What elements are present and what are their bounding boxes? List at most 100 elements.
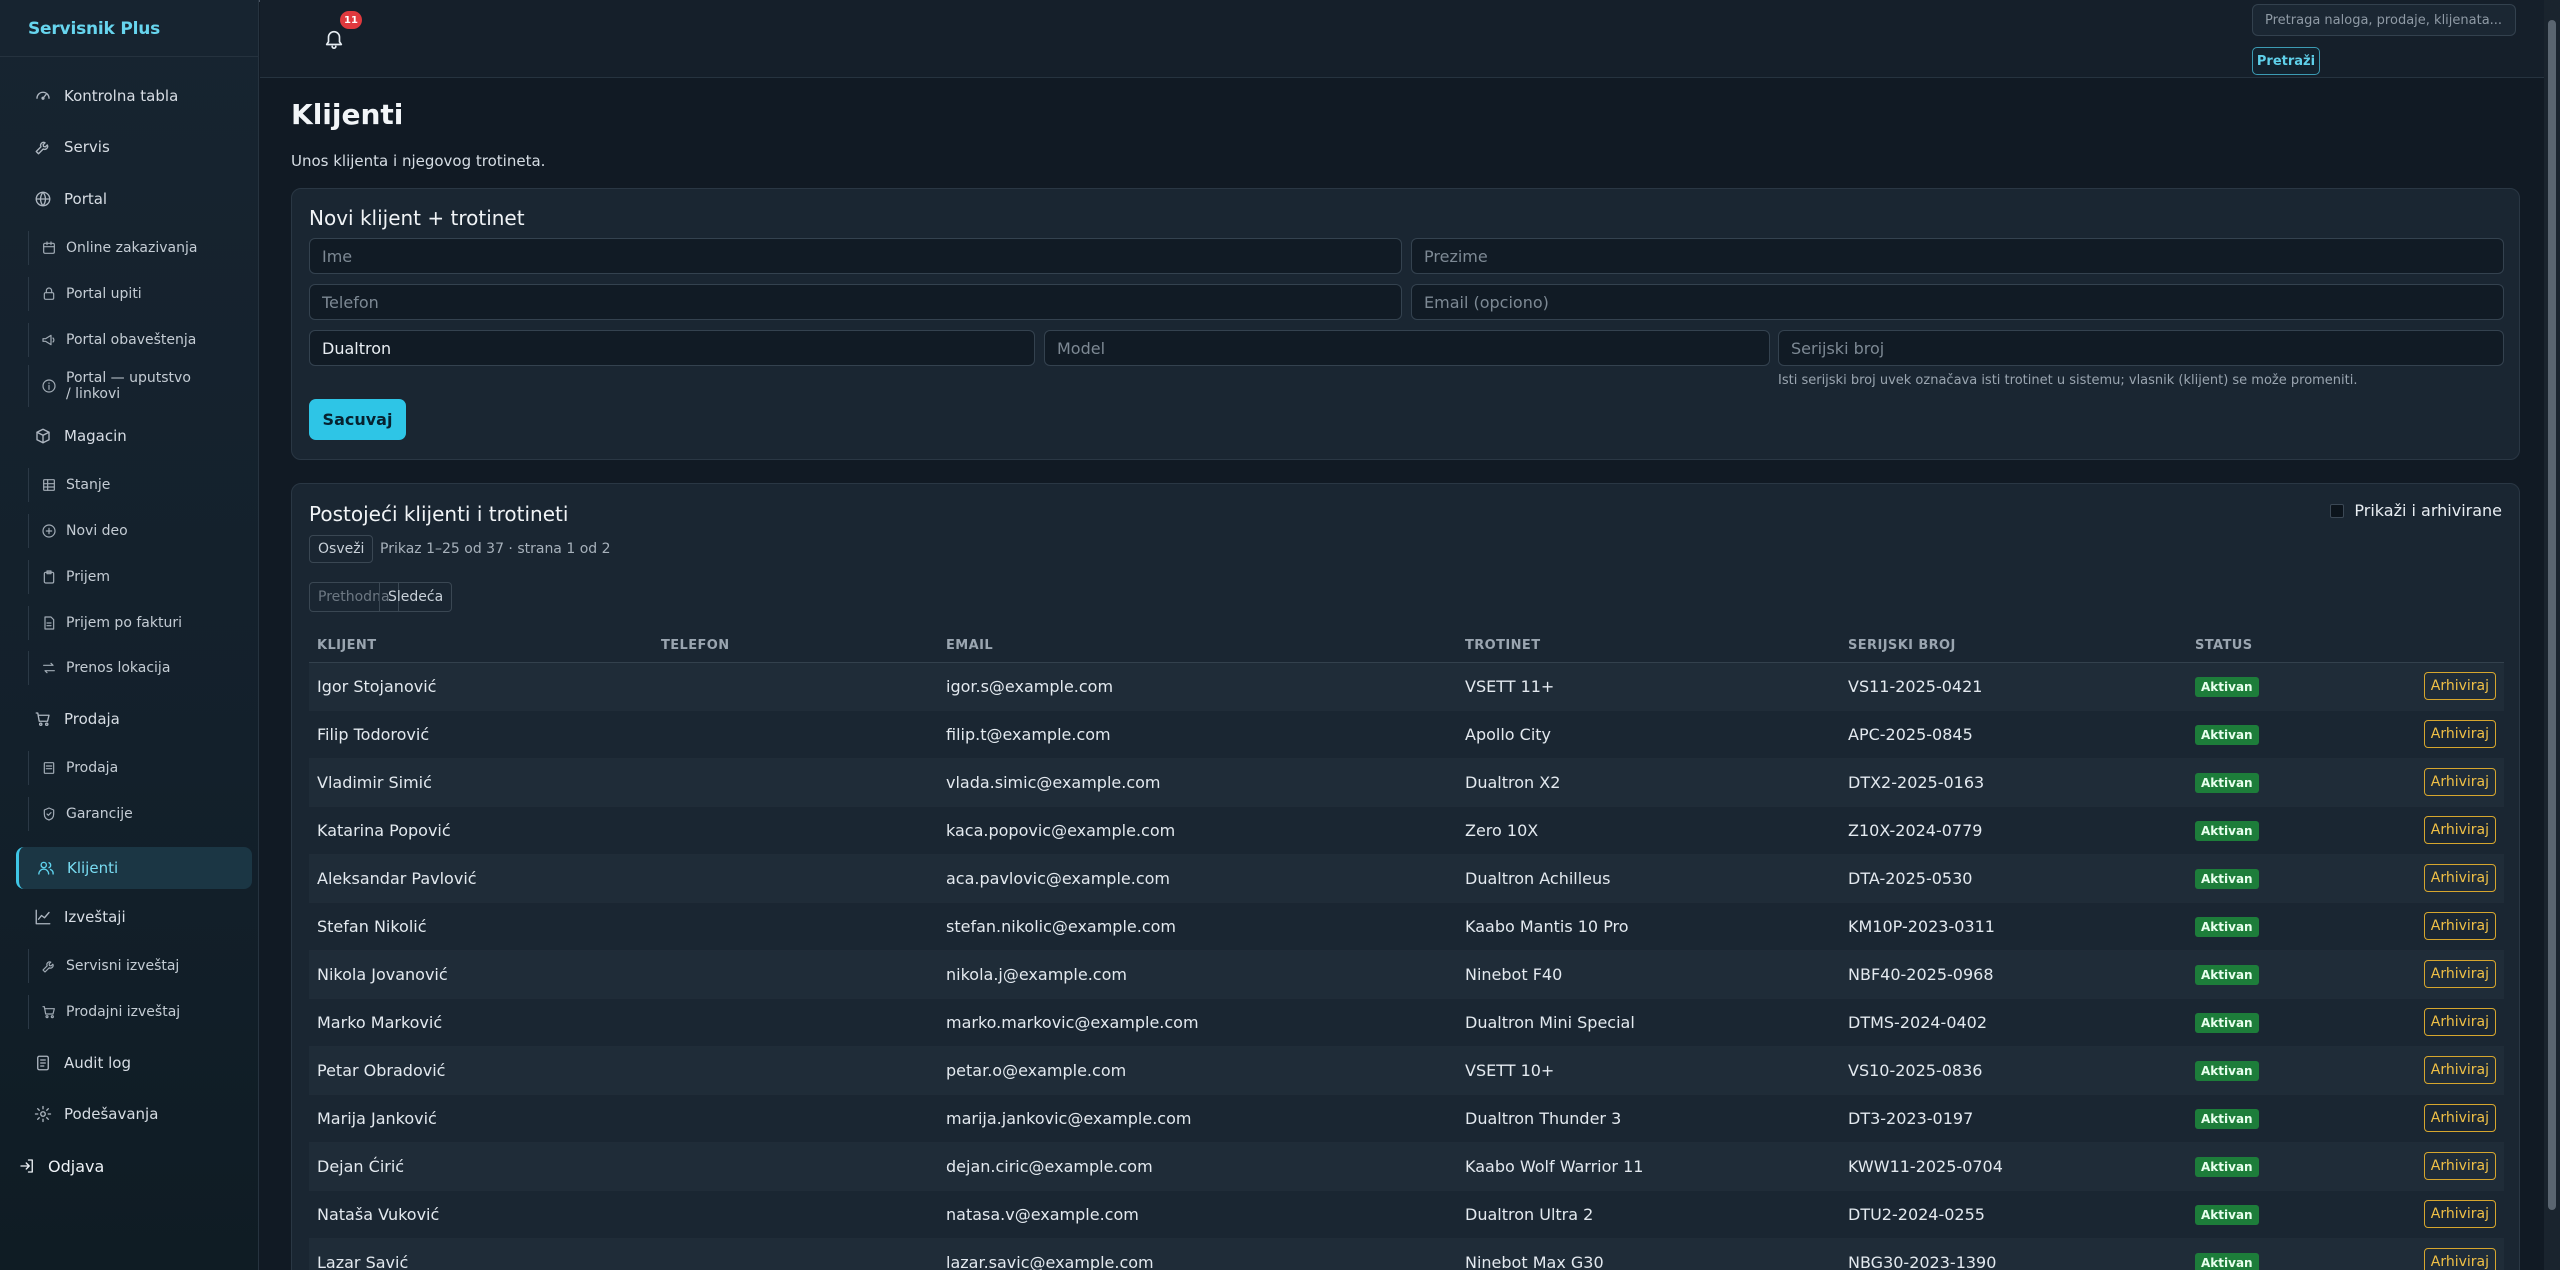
column-header-scooter[interactable]: TROTINET (1457, 630, 1840, 663)
archive-button[interactable]: Arhiviraj (2423, 768, 2496, 796)
sidebar-item-label: Magacin (64, 427, 127, 445)
status-cell: Aktivan (2187, 710, 2337, 759)
sidebar-item-servis[interactable]: Servis (16, 128, 252, 166)
search-button[interactable]: Pretraži (2252, 47, 2320, 75)
column-header-email[interactable]: EMAIL (938, 630, 1457, 663)
status-badge: Aktivan (2195, 820, 2259, 841)
table-row[interactable]: Nikola Jovanović nikola.j@example.com Nine… (309, 950, 2504, 999)
sidebar-item-prodajni-izvestaj[interactable]: Prodajni izveštaj (28, 995, 243, 1029)
column-header-status[interactable]: STATUS (2187, 630, 2337, 663)
serial-number: DTMS-2024-0402 (1840, 998, 2187, 1047)
first-name-field[interactable] (309, 238, 1402, 274)
sidebar-item-label: Prodaja (66, 760, 119, 776)
archive-button[interactable]: Arhiviraj (2423, 864, 2496, 892)
notifications-button[interactable] (323, 28, 345, 50)
client-email: filip.t@example.com (938, 710, 1457, 759)
column-header-client[interactable]: KLIJENT (309, 630, 653, 663)
brand-field[interactable] (309, 330, 1035, 366)
table-row[interactable]: Filip Todorović filip.t@example.com Apollo… (309, 710, 2504, 759)
phone-field[interactable] (309, 284, 1402, 320)
table-row[interactable]: Stefan Nikolić stefan.nikolic@example.com… (309, 902, 2504, 951)
status-cell: Aktivan (2187, 950, 2337, 999)
archive-button[interactable]: Arhiviraj (2423, 1248, 2496, 1270)
next-page-button[interactable]: Sledeća (379, 582, 453, 612)
email-field[interactable] (1411, 284, 2504, 320)
sidebar-item-label: Odjava (48, 1156, 105, 1176)
sidebar-item-prijem[interactable]: Prijem (28, 560, 243, 594)
archive-button[interactable]: Arhiviraj (2423, 912, 2496, 940)
sidebar-item-stanje[interactable]: Stanje (28, 468, 243, 502)
sidebar-item-label: Garancije (66, 806, 133, 822)
archive-button[interactable]: Arhiviraj (2423, 720, 2496, 748)
scrollbar-thumb[interactable] (2548, 20, 2556, 1210)
client-phone (653, 854, 938, 903)
last-name-field[interactable] (1411, 238, 2504, 274)
table-row[interactable]: Marija Janković marija.jankovic@example.c… (309, 1094, 2504, 1143)
model-field[interactable] (1044, 330, 1770, 366)
table-row[interactable]: Aleksandar Pavlović aca.pavlovic@example.… (309, 854, 2504, 903)
lock-icon (43, 287, 55, 300)
table-row[interactable]: Nataša Vuković natasa.v@example.com Dualtr… (309, 1190, 2504, 1239)
sidebar-item-podesavanja[interactable]: Podešavanja (16, 1095, 252, 1133)
table-row[interactable]: Katarina Popović kaca.popovic@example.com… (309, 806, 2504, 855)
sidebar-item-kontrolna-tabla[interactable]: Kontrolna tabla (16, 77, 252, 115)
actions-cell: Arhiviraj (2337, 950, 2504, 999)
table-row[interactable]: Lazar Savić lazar.savic@example.com Ninebo… (309, 1238, 2504, 1270)
archive-button[interactable]: Arhiviraj (2423, 1200, 2496, 1228)
sidebar-item-label: Prijem po fakturi (66, 615, 182, 631)
page-subtitle: Unos klijenta i njegovog trotineta. (291, 152, 546, 170)
sidebar-item-prenos-lokacija[interactable]: Prenos lokacija (28, 651, 243, 685)
status-badge: Aktivan (2195, 1204, 2259, 1225)
wrench-icon (42, 961, 54, 973)
sidebar-item-klijenti[interactable]: Klijenti (16, 847, 252, 889)
sidebar-item-magacin[interactable]: Magacin (16, 417, 252, 455)
column-header-serial[interactable]: SERIJSKI BROJ (1840, 630, 2187, 663)
table-row[interactable]: Marko Marković marko.markovic@example.com… (309, 998, 2504, 1047)
show-archived-checkbox[interactable] (2330, 503, 2345, 518)
client-email: igor.s@example.com (938, 662, 1457, 711)
sidebar-item-label: Servis (64, 138, 110, 156)
sidebar-item-portal-uputstvo[interactable]: Portal — uputstvo / linkovi (28, 365, 243, 407)
table-row[interactable]: Igor Stojanović igor.s@example.com VSETT 1… (309, 662, 2504, 711)
sidebar-item-prodaja[interactable]: Prodaja (28, 751, 243, 785)
serial-number-field[interactable] (1778, 330, 2504, 366)
page-scrollbar[interactable] (2544, 0, 2560, 1270)
sidebar-item-label: Portal (64, 190, 108, 208)
sidebar-item-label: Prodajni izveštaj (66, 1004, 181, 1020)
search-input[interactable] (2252, 4, 2516, 36)
client-name: Nikola Jovanović (309, 950, 653, 999)
pagination-summary: Prikaz 1–25 od 37 · strana 1 od 2 (380, 541, 611, 557)
brand-logo[interactable]: Servisnik Plus (28, 19, 160, 39)
logout-button[interactable]: Odjava (0, 1147, 236, 1185)
show-archived-toggle[interactable]: Prikaži i arhivirane (2330, 501, 2502, 520)
archive-button[interactable]: Arhiviraj (2423, 960, 2496, 988)
table-row[interactable]: Dejan Ćirić dejan.ciric@example.com Kaabo … (309, 1142, 2504, 1191)
sidebar-item-izvestaji[interactable]: Izveštaji (16, 898, 252, 936)
column-header-phone[interactable]: TELEFON (653, 630, 938, 663)
sidebar-item-portal-obavestenja[interactable]: Portal obaveštenja (28, 323, 243, 357)
archive-button[interactable]: Arhiviraj (2423, 1152, 2496, 1180)
sidebar-item-portal[interactable]: Portal (16, 180, 252, 218)
archive-button[interactable]: Arhiviraj (2423, 1008, 2496, 1036)
table-row[interactable]: Vladimir Simić vlada.simic@example.com Dua… (309, 758, 2504, 807)
cart-icon (35, 712, 50, 727)
refresh-button[interactable]: Osveži (309, 535, 374, 563)
notification-count-badge: 11 (340, 11, 362, 29)
archive-button[interactable]: Arhiviraj (2423, 672, 2496, 700)
sidebar-item-novi-deo[interactable]: Novi deo (28, 514, 243, 548)
actions-cell: Arhiviraj (2337, 710, 2504, 759)
save-button[interactable]: Sacuvaj (309, 399, 406, 440)
sidebar-item-audit-log[interactable]: Audit log (16, 1044, 252, 1082)
table-row[interactable]: Petar Obradović petar.o@example.com VSETT … (309, 1046, 2504, 1095)
archive-button[interactable]: Arhiviraj (2423, 1056, 2496, 1084)
sidebar-item-prodaja-section[interactable]: Prodaja (16, 700, 252, 738)
archive-button[interactable]: Arhiviraj (2423, 816, 2496, 844)
status-cell: Aktivan (2187, 806, 2337, 855)
sidebar-item-prijem-po-fakturi[interactable]: Prijem po fakturi (28, 606, 243, 640)
sidebar-item-garancije[interactable]: Garancije (28, 797, 243, 831)
sidebar-item-portal-upiti[interactable]: Portal upiti (28, 277, 243, 311)
archive-button[interactable]: Arhiviraj (2423, 1104, 2496, 1132)
sidebar-item-online-zakazivanja[interactable]: Online zakazivanja (28, 231, 243, 265)
sidebar-item-servisni-izvestaj[interactable]: Servisni izveštaj (28, 949, 243, 983)
client-name: Stefan Nikolić (309, 902, 653, 951)
